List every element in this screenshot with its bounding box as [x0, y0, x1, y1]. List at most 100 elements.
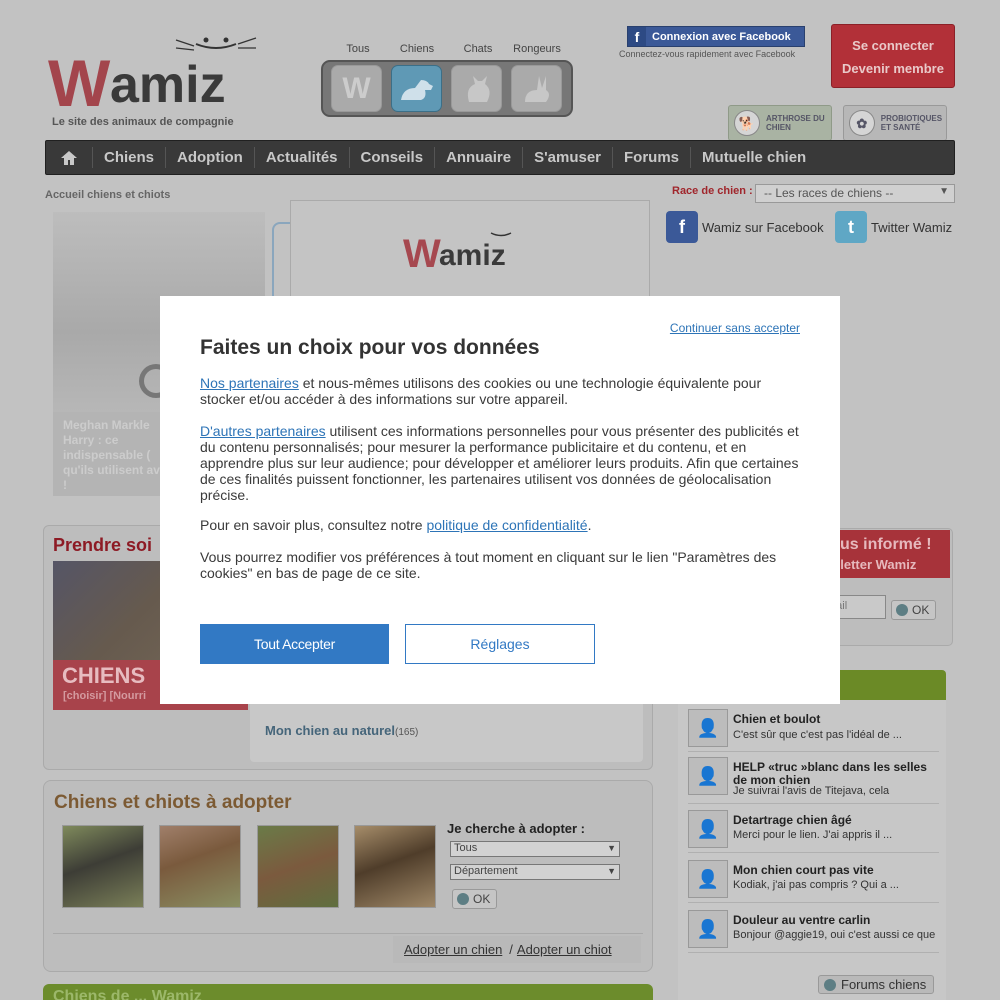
adoption-title: Chiens et chiots à adopter	[54, 792, 292, 813]
facebook-connect-subtitle: Connectez-vous rapidement avec Facebook	[619, 49, 796, 59]
facebook-icon: f	[628, 27, 646, 46]
nav-forums[interactable]: Forums	[613, 147, 692, 168]
mon-chien-au-naturel-link[interactable]: Mon chien au naturel(165)	[265, 723, 418, 738]
race-select-value: -- Les races de chiens --	[764, 186, 894, 200]
nav-home[interactable]	[46, 147, 93, 168]
adopt-type-select[interactable]: Tous ▼	[450, 841, 620, 857]
divider	[53, 933, 643, 934]
chiens-banner-title: CHIENS	[62, 663, 146, 688]
arthrose-badge-label: ARTHROSE DU CHIEN	[766, 114, 825, 132]
facebook-page-link[interactable]: f Wamiz sur Facebook	[666, 211, 824, 243]
adopt-search-label: Je cherche à adopter :	[447, 821, 585, 836]
forum-item[interactable]: 👤 Detartrage chien âgé Merci pour le lie…	[688, 808, 939, 853]
facebook-connect-label: Connexion avec Facebook	[652, 30, 791, 43]
main-nav: Chiens Adoption Actualités Conseils Annu…	[45, 140, 955, 175]
cookie-consent-dialog: Continuer sans accepter Faites un choix …	[160, 296, 840, 704]
breadcrumb[interactable]: Accueil chiens et chiots	[45, 189, 170, 201]
chiens-banner-links[interactable]: [choisir] [Nourri	[63, 690, 146, 702]
probiotic-icon: ✿	[849, 110, 875, 136]
facebook-icon: f	[666, 211, 698, 243]
twitter-link[interactable]: t Twitter Wamiz	[835, 211, 952, 243]
nav-mutuelle[interactable]: Mutuelle chien	[691, 147, 817, 168]
svg-text:amiz: amiz	[110, 56, 226, 112]
switcher-label-rongeurs: Rongeurs	[513, 43, 561, 55]
privacy-policy-link[interactable]: politique de confidentialité	[426, 517, 587, 533]
probiotiques-badge[interactable]: ✿ PROBIOTIQUES ET SANTÉ	[843, 105, 947, 141]
svg-text:amiz: amiz	[439, 239, 506, 272]
dog-icon	[400, 79, 433, 100]
user-avatar-icon: 👤	[688, 810, 728, 848]
race-label: Race de chien :	[672, 185, 753, 197]
adopt-department-select[interactable]: Département ▼	[450, 864, 620, 880]
play-icon	[457, 893, 469, 905]
nav-actualites[interactable]: Actualités	[255, 147, 350, 168]
nav-chiens[interactable]: Chiens	[93, 147, 167, 168]
member-box: Se connecter Devenir membre	[831, 24, 955, 88]
adopt-puppy-link[interactable]: Adopter un chiot	[517, 942, 612, 957]
adopt-dog-link[interactable]: Adopter un chien	[404, 942, 502, 957]
other-partners-link[interactable]: D'autres partenaires	[200, 423, 326, 439]
nav-conseils[interactable]: Conseils	[350, 147, 436, 168]
adoption-photo-2[interactable]	[159, 825, 241, 908]
adoption-photo-4[interactable]	[354, 825, 436, 908]
play-icon	[896, 604, 908, 616]
consent-paragraph-4: Vous pourrez modifier vos préférences à …	[200, 549, 777, 581]
newsletter-ok-button[interactable]: OK	[891, 600, 936, 620]
site-tagline: Le site des animaux de compagnie	[52, 116, 234, 128]
adopt-ok-button[interactable]: OK	[452, 889, 497, 909]
care-title: Prendre soi	[53, 535, 153, 555]
adoption-photo-3[interactable]	[257, 825, 339, 908]
switcher-chiens-button[interactable]	[391, 65, 442, 112]
partners-link[interactable]: Nos partenaires	[200, 375, 299, 391]
register-link[interactable]: Devenir membre	[832, 57, 954, 80]
forum-item[interactable]: 👤 Douleur au ventre carlin Bonjour @aggi…	[688, 908, 939, 953]
forums-chiens-button[interactable]: Forums chiens	[818, 975, 934, 994]
cat-icon	[467, 75, 490, 102]
chevron-down-icon: ▼	[939, 186, 949, 197]
rabbit-icon	[524, 75, 549, 102]
switcher-chats-button[interactable]	[451, 65, 502, 112]
svg-text:W: W	[403, 232, 441, 273]
chevron-down-icon: ▼	[607, 843, 616, 853]
twitter-label: Twitter Wamiz	[871, 219, 953, 235]
play-icon	[824, 978, 836, 991]
home-icon	[61, 150, 77, 165]
accept-all-button[interactable]: Tout Accepter	[200, 624, 389, 664]
forum-item[interactable]: 👤 HELP «truc »blanc dans les selles de m…	[688, 755, 939, 804]
switcher-label-chiens: Chiens	[399, 43, 435, 55]
forum-item[interactable]: 👤 Chien et boulot C'est sûr que c'est pa…	[688, 707, 939, 752]
switcher-tous-button[interactable]: W	[331, 65, 382, 112]
forum-item[interactable]: 👤 Mon chien court pas vite Kodiak, j'ai …	[688, 858, 939, 903]
user-avatar-icon: 👤	[688, 860, 728, 898]
race-select[interactable]: -- Les races de chiens -- ▼	[755, 184, 955, 203]
popup-card: W amiz	[290, 200, 650, 300]
login-link[interactable]: Se connecter	[832, 34, 954, 57]
consent-title: Faites un choix pour vos données	[200, 336, 540, 359]
facebook-connect-button[interactable]: f Connexion avec Facebook	[627, 26, 805, 47]
settings-button[interactable]: Réglages	[405, 624, 595, 664]
w-icon: W	[342, 71, 371, 105]
user-avatar-icon: 👤	[688, 757, 728, 795]
switcher-label-chats: Chats	[463, 43, 493, 55]
twitter-icon: t	[835, 211, 867, 243]
switcher-rongeurs-button[interactable]	[511, 65, 562, 112]
bottom-section-header: Chiens de ... Wamiz	[43, 984, 653, 1000]
consent-paragraph-3: Pour en savoir plus, consultez notre pol…	[200, 517, 592, 533]
arthrose-badge[interactable]: 🐕 ARTHROSE DU CHIEN	[728, 105, 832, 141]
continue-without-accepting-link[interactable]: Continuer sans accepter	[670, 320, 800, 336]
consent-paragraph-1: Nos partenaires et nous-mêmes utilisons …	[200, 375, 762, 407]
nav-adoption[interactable]: Adoption	[166, 147, 255, 168]
adoption-photo-1[interactable]	[62, 825, 144, 908]
adoption-links: Adopter un chien / Adopter un chiot	[393, 936, 641, 963]
nav-samuser[interactable]: S'amuser	[523, 147, 614, 168]
wamiz-logo[interactable]: W amiz	[48, 30, 258, 120]
user-avatar-icon: 👤	[688, 709, 728, 747]
nav-annuaire[interactable]: Annuaire	[435, 147, 524, 168]
chevron-down-icon: ▼	[607, 866, 616, 876]
facebook-page-label: Wamiz sur Facebook	[702, 219, 824, 235]
user-avatar-icon: 👤	[688, 910, 728, 948]
switcher-label-tous: Tous	[346, 43, 370, 55]
svg-text:W: W	[48, 46, 111, 112]
dog-joint-icon: 🐕	[734, 110, 760, 136]
consent-paragraph-2: D'autres partenaires utilisent ces infor…	[200, 423, 799, 503]
